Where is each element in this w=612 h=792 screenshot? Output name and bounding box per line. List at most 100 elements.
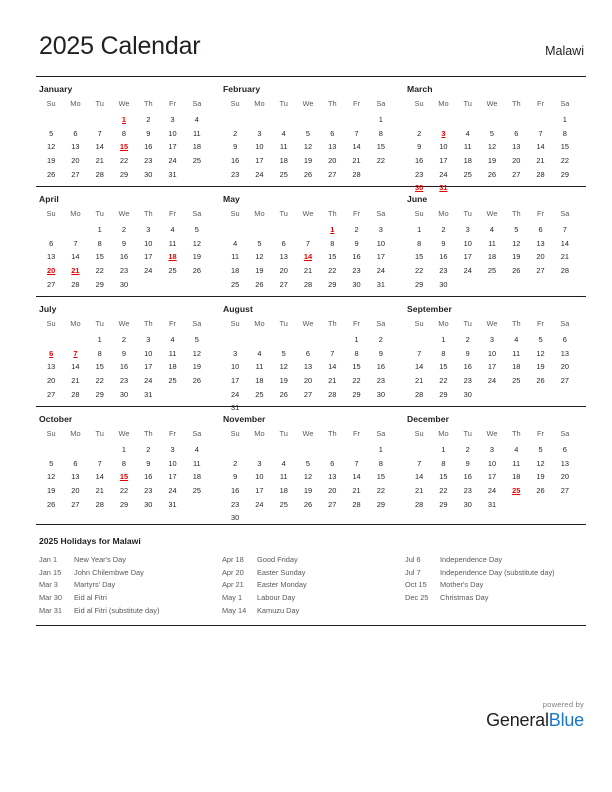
day-cell[interactable]: 19 — [504, 250, 528, 264]
day-cell[interactable]: 18 — [185, 470, 209, 484]
day-cell[interactable]: 10 — [160, 127, 184, 141]
day-cell[interactable]: 11 — [185, 457, 209, 471]
day-cell-holiday[interactable]: 3 — [431, 127, 455, 141]
day-cell[interactable]: 14 — [344, 470, 368, 484]
day-cell[interactable]: 27 — [63, 497, 87, 511]
day-cell[interactable]: 3 — [160, 113, 184, 127]
day-cell[interactable]: 14 — [407, 470, 431, 484]
day-cell[interactable]: 5 — [272, 347, 296, 361]
day-cell[interactable]: 12 — [39, 140, 63, 154]
day-cell[interactable]: 7 — [63, 237, 87, 251]
day-cell[interactable]: 10 — [247, 470, 271, 484]
day-cell[interactable]: 5 — [247, 237, 271, 251]
day-cell-holiday[interactable]: 6 — [39, 347, 63, 361]
day-cell[interactable]: 30 — [112, 277, 136, 291]
day-cell[interactable]: 17 — [160, 470, 184, 484]
day-cell[interactable]: 13 — [528, 237, 552, 251]
day-cell[interactable]: 6 — [504, 127, 528, 141]
day-cell[interactable]: 3 — [247, 127, 271, 141]
day-cell[interactable]: 7 — [344, 127, 368, 141]
day-cell[interactable]: 12 — [480, 140, 504, 154]
day-cell[interactable]: 14 — [528, 140, 552, 154]
day-cell[interactable]: 1 — [88, 223, 112, 237]
day-cell[interactable]: 13 — [553, 347, 577, 361]
day-cell[interactable]: 9 — [456, 347, 480, 361]
day-cell[interactable]: 1 — [431, 333, 455, 347]
day-cell[interactable]: 9 — [112, 237, 136, 251]
day-cell[interactable]: 6 — [320, 457, 344, 471]
day-cell[interactable]: 8 — [369, 457, 393, 471]
day-cell[interactable]: 28 — [63, 277, 87, 291]
day-cell[interactable]: 28 — [296, 277, 320, 291]
day-cell[interactable]: 26 — [185, 264, 209, 278]
day-cell[interactable]: 17 — [136, 250, 160, 264]
day-cell[interactable]: 1 — [407, 223, 431, 237]
day-cell[interactable]: 1 — [369, 443, 393, 457]
day-cell[interactable]: 31 — [480, 497, 504, 511]
day-cell[interactable]: 26 — [272, 387, 296, 401]
day-cell[interactable]: 16 — [431, 250, 455, 264]
day-cell[interactable]: 24 — [480, 484, 504, 498]
day-cell[interactable]: 24 — [369, 264, 393, 278]
day-cell[interactable]: 6 — [39, 237, 63, 251]
day-cell[interactable]: 17 — [223, 374, 247, 388]
day-cell[interactable]: 3 — [136, 223, 160, 237]
day-cell[interactable]: 22 — [112, 154, 136, 168]
day-cell[interactable]: 14 — [88, 140, 112, 154]
day-cell[interactable]: 11 — [247, 360, 271, 374]
day-cell[interactable]: 28 — [407, 497, 431, 511]
day-cell[interactable]: 29 — [344, 387, 368, 401]
day-cell[interactable]: 29 — [88, 387, 112, 401]
day-cell[interactable]: 22 — [369, 154, 393, 168]
day-cell-holiday[interactable]: 15 — [112, 470, 136, 484]
day-cell[interactable]: 17 — [369, 250, 393, 264]
day-cell[interactable]: 18 — [185, 140, 209, 154]
day-cell[interactable]: 14 — [63, 250, 87, 264]
day-cell[interactable]: 17 — [431, 154, 455, 168]
day-cell[interactable]: 17 — [247, 154, 271, 168]
day-cell[interactable]: 19 — [296, 154, 320, 168]
day-cell[interactable]: 18 — [480, 250, 504, 264]
day-cell[interactable]: 16 — [369, 360, 393, 374]
day-cell[interactable]: 27 — [320, 497, 344, 511]
day-cell[interactable]: 28 — [553, 264, 577, 278]
day-cell[interactable]: 23 — [456, 374, 480, 388]
day-cell[interactable]: 27 — [272, 277, 296, 291]
day-cell[interactable]: 6 — [553, 333, 577, 347]
day-cell[interactable]: 4 — [504, 333, 528, 347]
day-cell[interactable]: 2 — [136, 443, 160, 457]
day-cell[interactable]: 22 — [320, 264, 344, 278]
day-cell[interactable]: 16 — [456, 360, 480, 374]
day-cell[interactable]: 26 — [39, 167, 63, 181]
day-cell[interactable]: 9 — [344, 237, 368, 251]
day-cell[interactable]: 1 — [88, 333, 112, 347]
day-cell[interactable]: 19 — [247, 264, 271, 278]
day-cell[interactable]: 9 — [136, 457, 160, 471]
day-cell[interactable]: 23 — [407, 167, 431, 181]
day-cell[interactable]: 18 — [456, 154, 480, 168]
day-cell[interactable]: 25 — [160, 264, 184, 278]
day-cell[interactable]: 4 — [272, 457, 296, 471]
day-cell[interactable]: 22 — [407, 264, 431, 278]
day-cell[interactable]: 23 — [136, 154, 160, 168]
day-cell[interactable]: 24 — [480, 374, 504, 388]
day-cell-holiday[interactable]: 20 — [39, 264, 63, 278]
day-cell[interactable]: 30 — [369, 387, 393, 401]
day-cell[interactable]: 30 — [344, 277, 368, 291]
day-cell[interactable]: 26 — [296, 167, 320, 181]
day-cell[interactable]: 14 — [553, 237, 577, 251]
day-cell[interactable]: 2 — [456, 443, 480, 457]
day-cell[interactable]: 16 — [456, 470, 480, 484]
day-cell[interactable]: 26 — [296, 497, 320, 511]
day-cell[interactable]: 22 — [88, 374, 112, 388]
day-cell[interactable]: 30 — [223, 511, 247, 525]
day-cell[interactable]: 21 — [407, 484, 431, 498]
day-cell[interactable]: 29 — [407, 277, 431, 291]
day-cell[interactable]: 20 — [63, 484, 87, 498]
day-cell[interactable]: 18 — [504, 360, 528, 374]
day-cell[interactable]: 22 — [431, 374, 455, 388]
day-cell[interactable]: 5 — [480, 127, 504, 141]
day-cell[interactable]: 11 — [480, 237, 504, 251]
day-cell[interactable]: 12 — [185, 237, 209, 251]
day-cell[interactable]: 17 — [456, 250, 480, 264]
